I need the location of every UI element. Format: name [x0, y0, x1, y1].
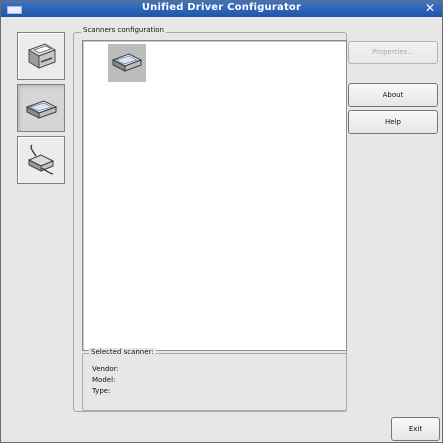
- driver-configurator-window: Unified Driver Configurator ✕ Scanners c…: [0, 0, 443, 443]
- vendor-label: Vendor:: [92, 365, 119, 373]
- sidebar-item-printers[interactable]: [17, 32, 65, 80]
- scanners-configuration-title: Scanners configuration: [81, 26, 166, 34]
- printer-icon: [27, 43, 57, 69]
- scanner-list-item[interactable]: [108, 44, 146, 82]
- scanner-icon: [25, 100, 58, 119]
- sidebar-item-scanners[interactable]: [17, 84, 65, 132]
- selected-scanner-box: [82, 353, 347, 411]
- close-icon[interactable]: ✕: [425, 1, 435, 15]
- type-label: Type:: [92, 387, 111, 395]
- title-bar[interactable]: Unified Driver Configurator ✕: [1, 1, 442, 17]
- window-title: Unified Driver Configurator: [141, 2, 302, 13]
- port-icon: [27, 144, 55, 175]
- properties-button[interactable]: Properties...: [348, 41, 438, 64]
- selected-scanner-title: Selected scanner:: [89, 348, 156, 356]
- about-button[interactable]: About: [348, 83, 438, 107]
- exit-button[interactable]: Exit: [391, 417, 440, 441]
- scanner-icon: [111, 53, 143, 72]
- sidebar-item-ports[interactable]: [17, 136, 65, 184]
- help-button[interactable]: Help: [348, 110, 438, 134]
- model-label: Model:: [92, 376, 116, 384]
- scanner-list-panel[interactable]: [82, 40, 347, 351]
